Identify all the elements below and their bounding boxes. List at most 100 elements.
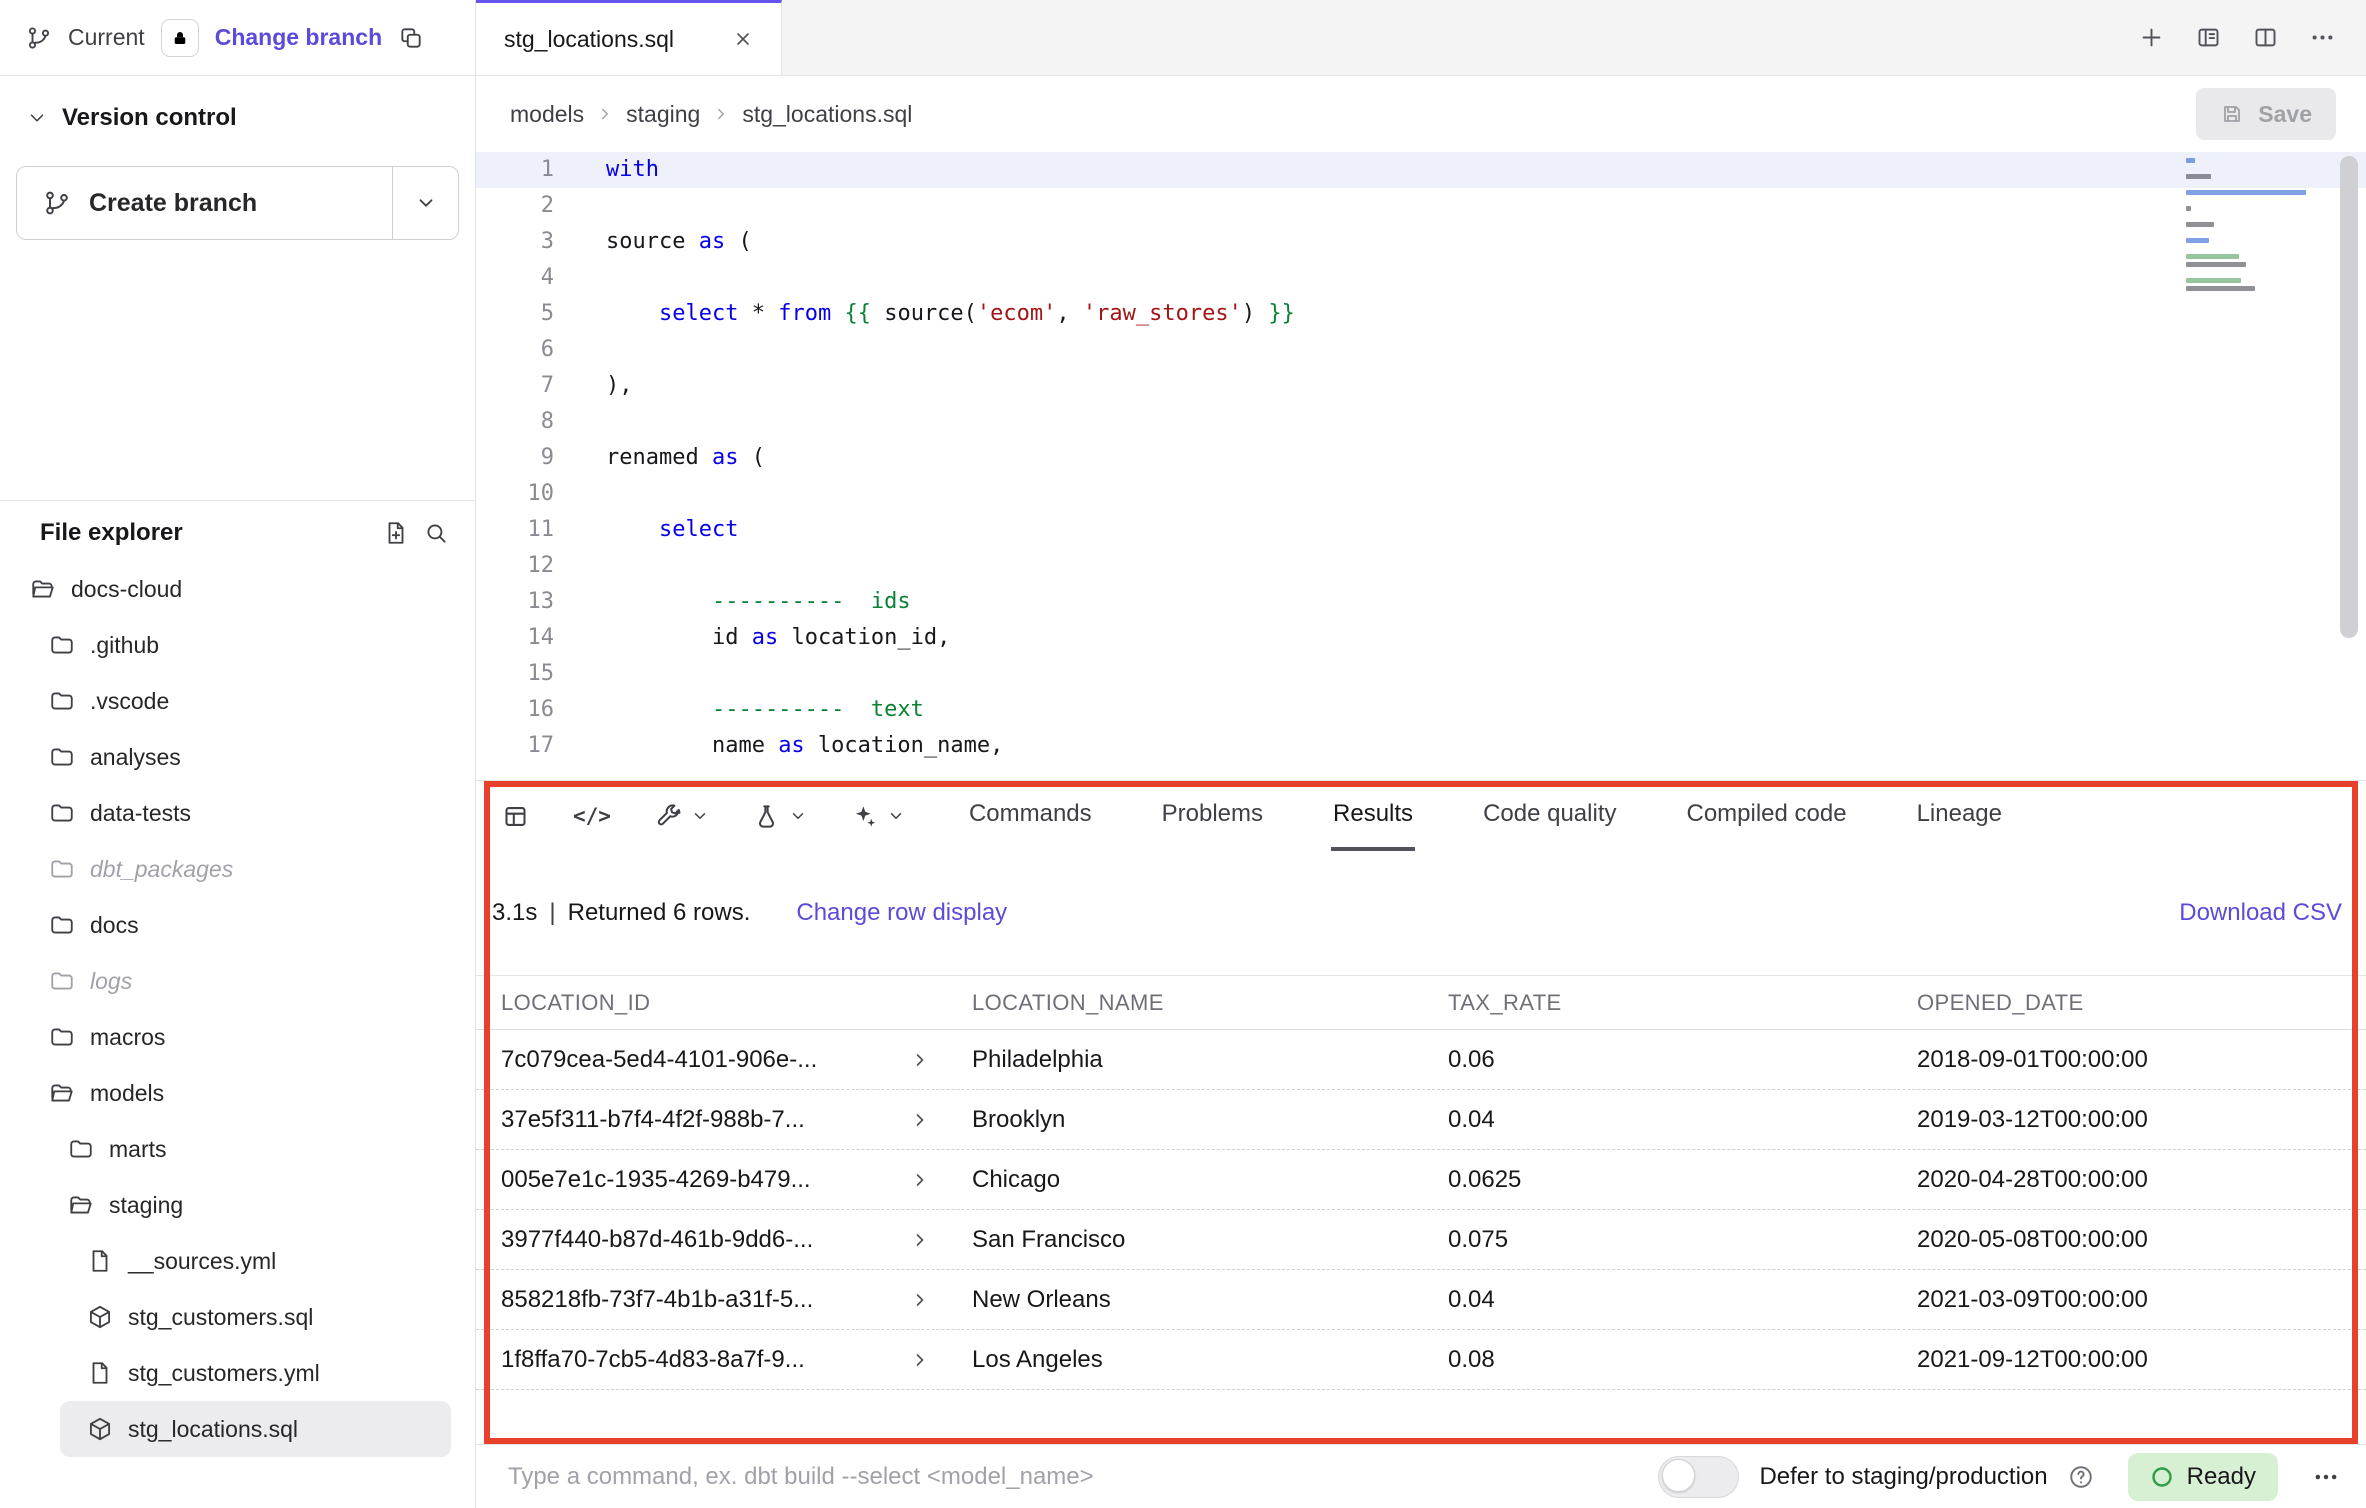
lint-button[interactable] [753,803,807,830]
code-line-8[interactable]: 8 [476,404,2366,440]
code-editor[interactable]: 1with23source as (45 select * from {{ so… [476,152,2366,780]
code-line-5[interactable]: 5 select * from {{ source('ecom', 'raw_s… [476,296,2366,332]
result-row[interactable]: 858218fb-73f7-4b1b-a31f-5...New Orleans0… [476,1270,2366,1330]
panel-tab-problems[interactable]: Problems [1160,781,1265,851]
result-row[interactable]: 005e7e1c-1935-4269-b479...Chicago0.06252… [476,1150,2366,1210]
file-tree-item-stg-locations-sql[interactable]: stg_locations.sql [60,1401,451,1457]
breadcrumb-item[interactable]: models [510,101,584,128]
assist-button[interactable] [851,803,905,830]
help-icon[interactable] [2068,1464,2094,1490]
cell-value: 2020-04-28T00:00:00 [1917,1166,2366,1194]
code-line-7[interactable]: 7), [476,368,2366,404]
file-tree-item--sources-yml[interactable]: __sources.yml [0,1233,465,1289]
code-line-6[interactable]: 6 [476,332,2366,368]
code-line-15[interactable]: 15 [476,656,2366,692]
line-number: 9 [476,440,554,476]
file-tree-item-dbt-packages[interactable]: dbt_packages [0,841,465,897]
command-input[interactable]: Type a command, ex. dbt build --select <… [508,1463,1094,1491]
file-tree-item--vscode[interactable]: .vscode [0,673,465,729]
search-icon[interactable] [423,520,449,546]
model-icon [87,1416,113,1442]
file-icon [87,1248,113,1274]
line-number: 6 [476,332,554,368]
panel-layout-icon[interactable] [2195,24,2222,51]
minimap[interactable] [2186,158,2318,294]
expand-cell-icon[interactable] [910,1050,930,1070]
create-branch-button[interactable]: Create branch [16,166,459,240]
code-line-11[interactable]: 11 select [476,512,2366,548]
breadcrumb-item[interactable]: staging [626,101,700,128]
new-file-icon[interactable] [383,520,409,546]
code-line-16[interactable]: 16 ---------- text [476,692,2366,728]
expand-cell-icon[interactable] [910,1350,930,1370]
code-line-1[interactable]: 1with [476,152,2366,188]
preview-table-icon[interactable] [502,803,529,830]
panel-tab-compiled-code[interactable]: Compiled code [1684,781,1848,851]
copy-icon[interactable] [398,25,424,51]
editor-scrollbar[interactable] [2340,156,2358,638]
code-line-12[interactable]: 12 [476,548,2366,584]
panel-toolbar: </> [476,781,2366,851]
code-line-3[interactable]: 3source as ( [476,224,2366,260]
expand-cell-icon[interactable] [910,1290,930,1310]
cell-value: 2021-09-12T00:00:00 [1917,1346,2366,1374]
result-row[interactable]: 1f8ffa70-7cb5-4d83-8a7f-9...Los Angeles0… [476,1330,2366,1390]
expand-cell-icon[interactable] [910,1110,930,1130]
file-tree-item-macros[interactable]: macros [0,1009,465,1065]
tab-title: stg_locations.sql [504,26,713,53]
change-branch-link[interactable]: Change branch [215,24,382,51]
compile-code-icon[interactable]: </> [573,804,611,828]
file-tree-item-stg-customers-yml[interactable]: stg_customers.yml [0,1345,465,1401]
cell-value: 0.06 [1448,1046,1917,1074]
ready-status-button[interactable]: Ready [2128,1453,2278,1501]
cell-value: 2021-03-09T00:00:00 [1917,1286,2366,1314]
more-options-icon[interactable] [2312,1463,2340,1491]
panel-tab-lineage[interactable]: Lineage [1915,781,2004,851]
expand-cell-icon[interactable] [910,1230,930,1250]
save-button[interactable]: Save [2196,88,2336,140]
code-line-2[interactable]: 2 [476,188,2366,224]
more-options-icon[interactable] [2309,24,2336,51]
panel-tab-commands[interactable]: Commands [967,781,1094,851]
code-line-9[interactable]: 9renamed as ( [476,440,2366,476]
code-line-14[interactable]: 14 id as location_id, [476,620,2366,656]
file-tree-item-models[interactable]: models [0,1065,465,1121]
file-tree-item-logs[interactable]: logs [0,953,465,1009]
file-tree-item-marts[interactable]: marts [0,1121,465,1177]
query-time: 3.1s [492,899,537,927]
close-tab-icon[interactable] [733,29,753,49]
result-row[interactable]: 7c079cea-5ed4-4101-906e-...Philadelphia0… [476,1030,2366,1090]
code-line-13[interactable]: 13 ---------- ids [476,584,2366,620]
new-tab-icon[interactable] [2138,24,2165,51]
current-branch-label: Current [68,24,145,51]
cell-value: 0.04 [1448,1106,1917,1134]
file-tree-item--github[interactable]: .github [0,617,465,673]
code-line-4[interactable]: 4 [476,260,2366,296]
code-line-17[interactable]: 17 name as location_name, [476,728,2366,764]
file-tree-item-staging[interactable]: staging [0,1177,465,1233]
result-row[interactable]: 3977f440-b87d-461b-9dd6-...San Francisco… [476,1210,2366,1270]
version-control-header[interactable]: Version control [16,104,459,132]
file-tree-item-docs-cloud[interactable]: docs-cloud [0,561,465,617]
expand-cell-icon[interactable] [910,1170,930,1190]
code-line-10[interactable]: 10 [476,476,2366,512]
line-number: 2 [476,188,554,224]
split-view-icon[interactable] [2252,24,2279,51]
panel-tab-code-quality[interactable]: Code quality [1481,781,1618,851]
file-tree-item-stg-customers-sql[interactable]: stg_customers.sql [0,1289,465,1345]
panel-tab-results[interactable]: Results [1331,781,1415,851]
location-id-value: 7c079cea-5ed4-4101-906e-... [501,1046,817,1074]
change-row-display-link[interactable]: Change row display [796,899,1007,927]
tab-stg-locations-sql[interactable]: stg_locations.sql [476,0,782,75]
create-branch-dropdown[interactable] [392,167,458,239]
download-csv-link[interactable]: Download CSV [2179,899,2342,927]
defer-toggle[interactable] [1658,1456,1739,1498]
build-button[interactable] [655,803,709,830]
file-tree-item-docs[interactable]: docs [0,897,465,953]
breadcrumb-row: models staging stg_locations.sql Save [476,76,2366,152]
result-row[interactable]: 37e5f311-b7f4-4f2f-988b-7...Brooklyn0.04… [476,1090,2366,1150]
cell-value: Brooklyn [972,1106,1448,1134]
breadcrumb-item[interactable]: stg_locations.sql [742,101,912,128]
file-tree-item-data-tests[interactable]: data-tests [0,785,465,841]
file-tree-item-analyses[interactable]: analyses [0,729,465,785]
